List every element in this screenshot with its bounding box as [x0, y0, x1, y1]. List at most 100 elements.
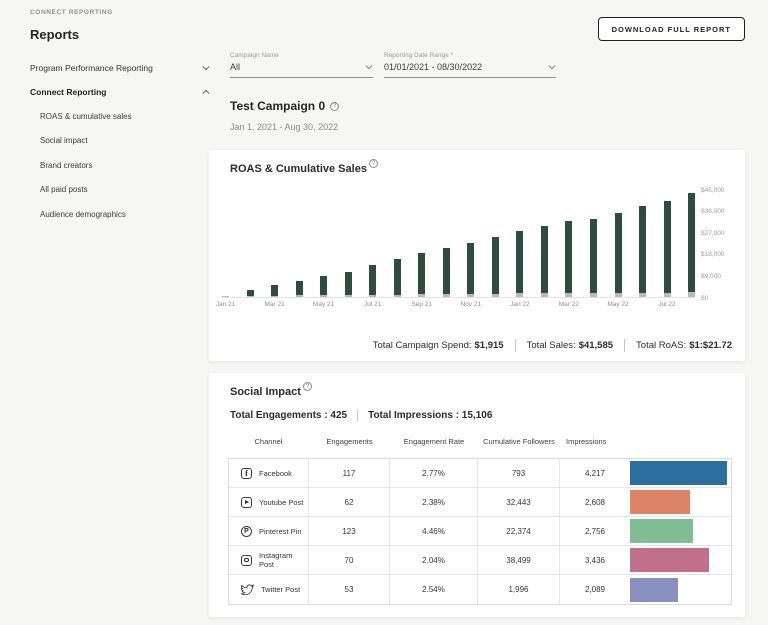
- channel-cell: Instagram Post: [229, 546, 309, 574]
- table-row: PPinterest Pin1234.46%22,3742,756: [229, 517, 731, 546]
- campaign-name-value: All: [230, 62, 240, 72]
- roas-card-title: ROAS & Cumulative Sales: [230, 163, 367, 175]
- sidebar-item-roas-cumulative-sales[interactable]: ROAS & cumulative sales: [30, 104, 210, 129]
- chart-bar: [345, 272, 352, 297]
- sidebar-nav: Program Performance Reporting Connect Rep…: [30, 56, 210, 227]
- chart-bar: [639, 206, 646, 297]
- sidebar-section-0[interactable]: Program Performance Reporting: [30, 56, 210, 80]
- spend-segment: [492, 294, 499, 298]
- y-tick-label: $45,000: [701, 187, 725, 194]
- channel-cell: Youtube Post: [229, 488, 309, 516]
- spend-segment: [418, 294, 425, 297]
- impressions-value: 3,436: [560, 556, 630, 565]
- impressions-bar: [630, 490, 690, 514]
- spend-segment: [222, 296, 229, 297]
- sidebar-item-social-impact[interactable]: Social impact: [30, 129, 210, 154]
- chart-bar: [492, 237, 499, 297]
- pinterest-glyph: P: [244, 528, 249, 535]
- total-stat: Total RoAS:$1:$21.72: [636, 340, 732, 351]
- spend-segment: [639, 293, 646, 297]
- engagement-rate-cell: 2.38%: [390, 488, 478, 516]
- sales-segment: [639, 206, 646, 292]
- x-tick-label: Jul 22: [652, 301, 682, 308]
- sales-segment: [664, 201, 671, 292]
- y-tick-label: $0: [701, 295, 708, 302]
- roas-card: ROAS & Cumulative Sales ? $45,000 $36,000…: [209, 150, 745, 361]
- impressions-cell: 3,436: [560, 546, 732, 574]
- spend-segment: [688, 292, 695, 297]
- sales-segment: [565, 221, 572, 293]
- sales-segment: [615, 213, 622, 293]
- table-row: Instagram Post702.04%38,4993,436: [229, 546, 731, 575]
- y-tick-label: $18,000: [701, 251, 725, 258]
- spend-segment: [467, 294, 474, 297]
- impressions-value: 4,217: [560, 469, 630, 478]
- facebook-icon: f: [241, 468, 252, 479]
- chart-bar: [615, 213, 622, 297]
- table-header-cell: Engagement Rate: [390, 437, 478, 446]
- sales-segment: [688, 193, 695, 293]
- campaign-name-select[interactable]: Campaign Name All: [230, 52, 373, 78]
- sales-segment: [369, 265, 376, 295]
- sidebar-item-brand-creators[interactable]: Brand creators: [30, 153, 210, 178]
- sales-segment: [418, 253, 425, 294]
- channel-label: Twitter Post: [261, 585, 300, 594]
- channel-label: Facebook: [259, 469, 292, 478]
- channel-label: Instagram Post: [259, 551, 308, 569]
- pinterest-icon: P: [241, 526, 252, 537]
- channel-label: Pinterest Pin: [259, 527, 302, 536]
- spend-segment: [369, 295, 376, 297]
- social-totals: Total Engagements : 425Total Impressions…: [230, 409, 492, 421]
- impressions-cell: 2,089: [560, 575, 732, 604]
- spend-segment: [271, 296, 278, 297]
- chart-bar: [688, 193, 695, 297]
- impressions-cell: 4,217: [560, 459, 732, 487]
- info-icon[interactable]: ?: [303, 382, 312, 391]
- info-icon[interactable]: ?: [330, 102, 339, 111]
- cumulative-followers-cell: 38,499: [478, 546, 560, 574]
- reporting-date-range-select[interactable]: Reporting Date Range * 01/01/2021 - 08/3…: [384, 52, 556, 78]
- chart-bar: [565, 221, 572, 297]
- spend-segment: [247, 296, 254, 297]
- channel-cell: f Facebook: [229, 459, 309, 487]
- table-header-cell: Impressions: [560, 437, 732, 446]
- chart-bar: [222, 296, 229, 297]
- spend-segment: [590, 293, 597, 297]
- sidebar-item-all-paid-posts[interactable]: All paid posts: [30, 178, 210, 203]
- social-table-header: ChannelEngagementsEngagement RateCumulat…: [228, 437, 732, 446]
- download-full-report-button[interactable]: DOWNLOAD FULL REPORT: [598, 17, 745, 41]
- sales-segment: [394, 259, 401, 295]
- chart-bar: [664, 201, 671, 297]
- sidebar-section-label: Connect Reporting: [30, 87, 107, 97]
- impressions-bar: [630, 578, 678, 602]
- impressions-cell: 2,756: [560, 517, 732, 545]
- total-stat: Total Sales:$41,585: [527, 340, 613, 351]
- sales-segment: [443, 248, 450, 294]
- chart-bar: [271, 285, 278, 297]
- divider: [357, 409, 358, 421]
- sidebar-section-1[interactable]: Connect Reporting: [30, 80, 210, 104]
- y-tick-label: $36,000: [701, 208, 725, 215]
- youtube-icon: [241, 497, 252, 508]
- channel-label: Youtube Post: [259, 498, 303, 507]
- date-range-value: 01/01/2021 - 08/30/2022: [384, 62, 482, 72]
- page-title: Reports: [30, 27, 210, 42]
- roas-totals: Total Campaign Spend:$1,915Total Sales:$…: [373, 339, 732, 352]
- chart-bar: [418, 253, 425, 297]
- chart-bar: [541, 226, 548, 297]
- social-card-title: Social Impact: [230, 386, 301, 398]
- info-icon[interactable]: ?: [369, 159, 378, 168]
- engagement-rate-cell: 4.46%: [390, 517, 478, 545]
- engagements-cell: 62: [309, 488, 390, 516]
- campaign-header: Test Campaign 0 ? Jan 1, 2021 - Aug 30, …: [230, 99, 339, 132]
- sales-segment: [345, 272, 352, 295]
- spend-segment: [296, 295, 303, 297]
- chevron-down-icon: [365, 64, 373, 70]
- table-header-cell: Channel: [228, 437, 309, 446]
- chart-bar: [320, 276, 327, 297]
- spend-segment: [443, 294, 450, 297]
- cumulative-followers-cell: 1,996: [478, 575, 560, 604]
- chart-bar: [467, 243, 474, 297]
- sidebar-item-audience-demographics[interactable]: Audience demographics: [30, 202, 210, 227]
- social-total-stat: Total Engagements : 425: [230, 410, 347, 421]
